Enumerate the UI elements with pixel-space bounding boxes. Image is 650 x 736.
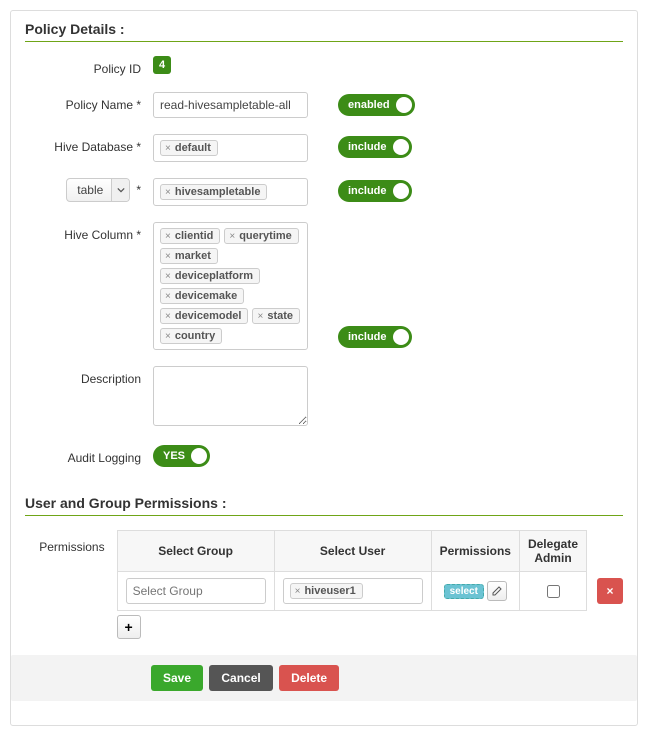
include-column-toggle[interactable]: include	[338, 326, 412, 348]
remove-tag-icon[interactable]: ×	[229, 231, 235, 242]
table-type-dropdown[interactable]: table	[66, 178, 130, 202]
tag-item[interactable]: ×default	[160, 140, 218, 156]
row-table: table * ×hivesampletable include	[25, 178, 623, 206]
row-audit: Audit Logging YES	[25, 445, 623, 467]
row-hive-column: Hive Column * ×clientid×querytime ×market…	[25, 222, 623, 350]
enabled-toggle-label: enabled	[348, 99, 390, 111]
remove-tag-icon[interactable]: ×	[165, 331, 171, 342]
tag-item[interactable]: ×state	[252, 308, 300, 324]
include-db-label: include	[348, 141, 387, 153]
label-description: Description	[25, 366, 153, 386]
tag-item[interactable]: ×devicemake	[160, 288, 244, 304]
chevron-down-icon	[111, 179, 129, 201]
label-hive-column: Hive Column *	[25, 222, 153, 242]
label-policy-id: Policy ID	[25, 56, 153, 76]
label-permissions: Permissions	[25, 530, 117, 554]
row-description: Description	[25, 366, 623, 429]
hive-column-tagbox[interactable]: ×clientid×querytime ×market ×deviceplatfor…	[153, 222, 308, 350]
tag-item[interactable]: ×market	[160, 248, 218, 264]
pencil-icon	[492, 586, 502, 596]
include-db-toggle[interactable]: include	[338, 136, 412, 158]
section-title-permissions: User and Group Permissions :	[25, 495, 623, 516]
remove-tag-icon[interactable]: ×	[165, 271, 171, 282]
tag-item[interactable]: ×devicemodel	[160, 308, 248, 324]
perm-header-user: Select User	[274, 531, 431, 572]
label-policy-name: Policy Name *	[25, 92, 153, 112]
remove-tag-icon[interactable]: ×	[165, 291, 171, 302]
remove-row-button[interactable]: ×	[597, 578, 623, 604]
delegate-admin-checkbox[interactable]	[547, 585, 560, 598]
table-row: ×hiveuser1 select	[117, 572, 586, 611]
edit-permissions-button[interactable]	[487, 581, 507, 601]
toggle-knob	[393, 329, 409, 345]
save-button[interactable]: Save	[151, 665, 203, 691]
policy-form-panel: Policy Details : Policy ID 4 Policy Name…	[10, 10, 638, 726]
section-title-policy-details: Policy Details :	[25, 21, 623, 42]
toggle-knob	[393, 183, 409, 199]
label-audit: Audit Logging	[25, 445, 153, 465]
label-hive-database: Hive Database *	[25, 134, 153, 154]
perm-header-delegate: Delegate Admin	[519, 531, 586, 572]
perm-header-perms: Permissions	[431, 531, 519, 572]
toggle-knob	[396, 97, 412, 113]
select-group-input[interactable]	[126, 578, 266, 604]
tag-item[interactable]: ×country	[160, 328, 222, 344]
include-column-label: include	[348, 331, 387, 343]
tag-item[interactable]: ×querytime	[224, 228, 298, 244]
row-hive-database: Hive Database * ×default include	[25, 134, 623, 162]
delete-button[interactable]: Delete	[279, 665, 339, 691]
remove-tag-icon[interactable]: ×	[165, 251, 171, 262]
select-user-tagbox[interactable]: ×hiveuser1	[283, 578, 423, 604]
label-table-star: *	[136, 183, 141, 197]
row-policy-name: Policy Name * enabled	[25, 92, 623, 118]
include-table-label: include	[348, 185, 387, 197]
permissions-table: Select Group Select User Permissions Del…	[117, 530, 587, 611]
tag-item[interactable]: ×deviceplatform	[160, 268, 260, 284]
tag-item[interactable]: ×hiveuser1	[290, 583, 363, 599]
remove-tag-icon[interactable]: ×	[165, 311, 171, 322]
tag-item[interactable]: ×hivesampletable	[160, 184, 267, 200]
remove-tag-icon[interactable]: ×	[165, 143, 171, 154]
add-row-button[interactable]: +	[117, 615, 141, 639]
include-table-toggle[interactable]: include	[338, 180, 412, 202]
row-policy-id: Policy ID 4	[25, 56, 623, 76]
policy-id-badge: 4	[153, 56, 171, 74]
table-type-label: table	[67, 183, 111, 197]
enabled-toggle[interactable]: enabled	[338, 94, 415, 116]
policy-name-input[interactable]	[153, 92, 308, 118]
description-textarea[interactable]	[153, 366, 308, 426]
audit-toggle-label: YES	[163, 450, 185, 462]
cancel-button[interactable]: Cancel	[209, 665, 272, 691]
perm-header-group: Select Group	[117, 531, 274, 572]
tag-item[interactable]: ×clientid	[160, 228, 220, 244]
remove-tag-icon[interactable]: ×	[165, 231, 171, 242]
remove-tag-icon[interactable]: ×	[295, 586, 301, 597]
toggle-knob	[191, 448, 207, 464]
hive-database-tagbox[interactable]: ×default	[153, 134, 308, 162]
remove-tag-icon[interactable]: ×	[257, 311, 263, 322]
button-bar: Save Cancel Delete	[11, 655, 637, 701]
table-tagbox[interactable]: ×hivesampletable	[153, 178, 308, 206]
remove-tag-icon[interactable]: ×	[165, 187, 171, 198]
permission-tag: select	[444, 584, 484, 599]
toggle-knob	[393, 139, 409, 155]
audit-toggle[interactable]: YES	[153, 445, 210, 467]
